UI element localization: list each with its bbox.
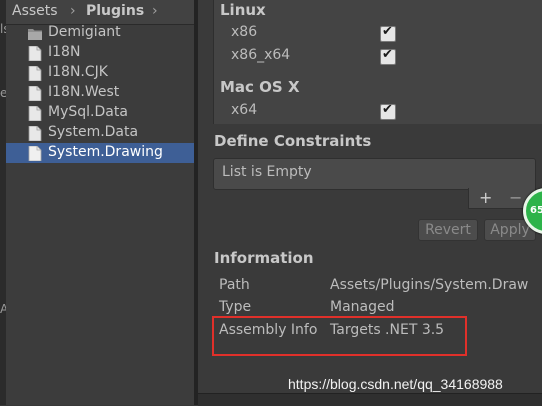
- list-item-selected[interactable]: System.Drawing: [6, 143, 194, 163]
- define-constraints-header: Define Constraints: [214, 132, 372, 150]
- chevron-right-icon: ›: [70, 3, 76, 19]
- chevron-right-icon: ›: [152, 3, 158, 19]
- list-item[interactable]: Demigiant: [6, 23, 194, 43]
- file-icon: [28, 66, 42, 81]
- file-icon: [28, 146, 42, 161]
- info-key: Path: [219, 277, 250, 293]
- x64-label: x64: [231, 102, 258, 118]
- add-icon[interactable]: +: [479, 188, 492, 207]
- file-icon: [28, 126, 42, 141]
- list-item-label: I18N: [48, 44, 81, 60]
- x86-64-label: x86_x64: [231, 47, 291, 63]
- x86-checkbox[interactable]: [380, 24, 396, 42]
- list-item[interactable]: I18N: [6, 43, 194, 63]
- list-item[interactable]: MySql.Data: [6, 103, 194, 123]
- list-item-label: System.Data: [48, 124, 139, 140]
- information-header: Information: [214, 249, 314, 267]
- file-icon: [28, 86, 42, 101]
- mac-header: Mac OS X: [220, 78, 300, 96]
- list-empty-text: List is Empty: [222, 164, 312, 180]
- remove-icon[interactable]: −: [509, 188, 522, 207]
- watermark: https://blog.csdn.net/qq_34168988: [288, 376, 503, 392]
- x64-checkbox[interactable]: [380, 102, 396, 120]
- folder-icon: [28, 29, 42, 40]
- list-item-label: I18N.CJK: [48, 64, 108, 80]
- x86-64-checkbox[interactable]: [380, 47, 396, 65]
- info-key: Type: [219, 299, 252, 315]
- info-value: Assets/Plugins/System.Draw: [330, 277, 529, 293]
- linux-header: Linux: [220, 1, 266, 19]
- bottom-panel-edge: [198, 393, 542, 406]
- breadcrumb: Assets › Plugins ›: [6, 0, 194, 25]
- x86-label: x86: [231, 24, 258, 40]
- list-item[interactable]: I18N.CJK: [6, 63, 194, 83]
- list-item[interactable]: System.Data: [6, 123, 194, 143]
- info-value: Managed: [330, 299, 395, 315]
- file-icon: [28, 46, 42, 61]
- highlight-box: [212, 316, 467, 356]
- breadcrumb-root[interactable]: Assets: [12, 3, 58, 19]
- list-item[interactable]: I18N.West: [6, 83, 194, 103]
- platform-settings-box: Linux x86 x86_x64 Mac OS X x64: [213, 0, 542, 124]
- list-item-label: Demigiant: [48, 24, 121, 40]
- revert-button[interactable]: Revert: [418, 219, 478, 241]
- list-item-label: I18N.West: [48, 84, 120, 100]
- constraints-list[interactable]: List is Empty: [213, 158, 536, 190]
- list-item-label: MySql.Data: [48, 104, 128, 120]
- breadcrumb-current[interactable]: Plugins: [86, 3, 144, 19]
- list-item-label: System.Drawing: [48, 144, 163, 160]
- file-icon: [28, 106, 42, 121]
